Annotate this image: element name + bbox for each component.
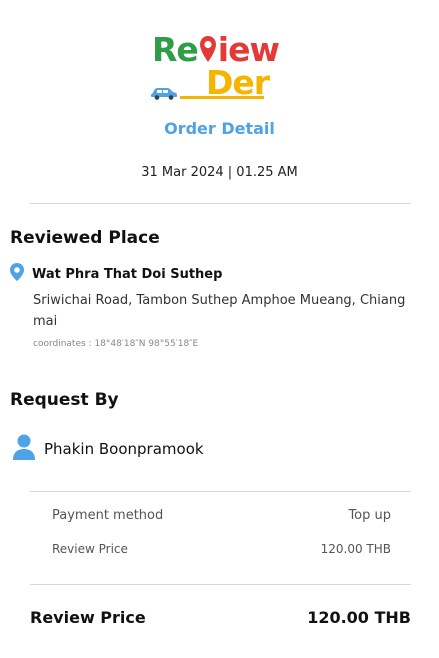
review-der-logo: Re iew Der xyxy=(150,30,300,105)
payment-divider-bottom xyxy=(30,584,411,585)
car-icon xyxy=(150,85,178,104)
request-by-heading: Request By xyxy=(10,390,119,410)
payment-method-label: Payment method xyxy=(52,508,164,523)
place-name: Wat Phra That Doi Suthep xyxy=(32,266,223,282)
order-datetime: 31 Mar 2024 | 01.25 AM xyxy=(141,165,298,180)
requester-name: Phakin Boonpramook xyxy=(44,440,204,458)
place-coordinates: coordinates : 18°48′18″N 98°55′18″E xyxy=(33,339,199,349)
payment-method-value: Top up xyxy=(348,508,391,523)
place-address: Sriwichai Road, Tambon Suthep Amphoe Mue… xyxy=(33,293,406,329)
header-divider xyxy=(30,203,411,204)
reviewed-place-heading: Reviewed Place xyxy=(10,228,160,248)
requester-row: Phakin Boonpramook xyxy=(12,433,204,465)
review-price-value: 120.00 THB xyxy=(320,542,391,556)
total-label: Review Price xyxy=(30,608,146,627)
logo-text-re: Re xyxy=(152,30,199,69)
user-avatar-icon xyxy=(12,433,36,465)
total-value: 120.00 THB xyxy=(307,608,411,627)
location-pin-icon xyxy=(8,262,26,286)
review-price-label: Review Price xyxy=(52,542,128,556)
place-name-row: Wat Phra That Doi Suthep xyxy=(8,262,222,286)
page-title: Order Detail xyxy=(164,119,275,138)
payment-divider-top xyxy=(30,491,411,492)
logo-road-line xyxy=(180,96,264,99)
